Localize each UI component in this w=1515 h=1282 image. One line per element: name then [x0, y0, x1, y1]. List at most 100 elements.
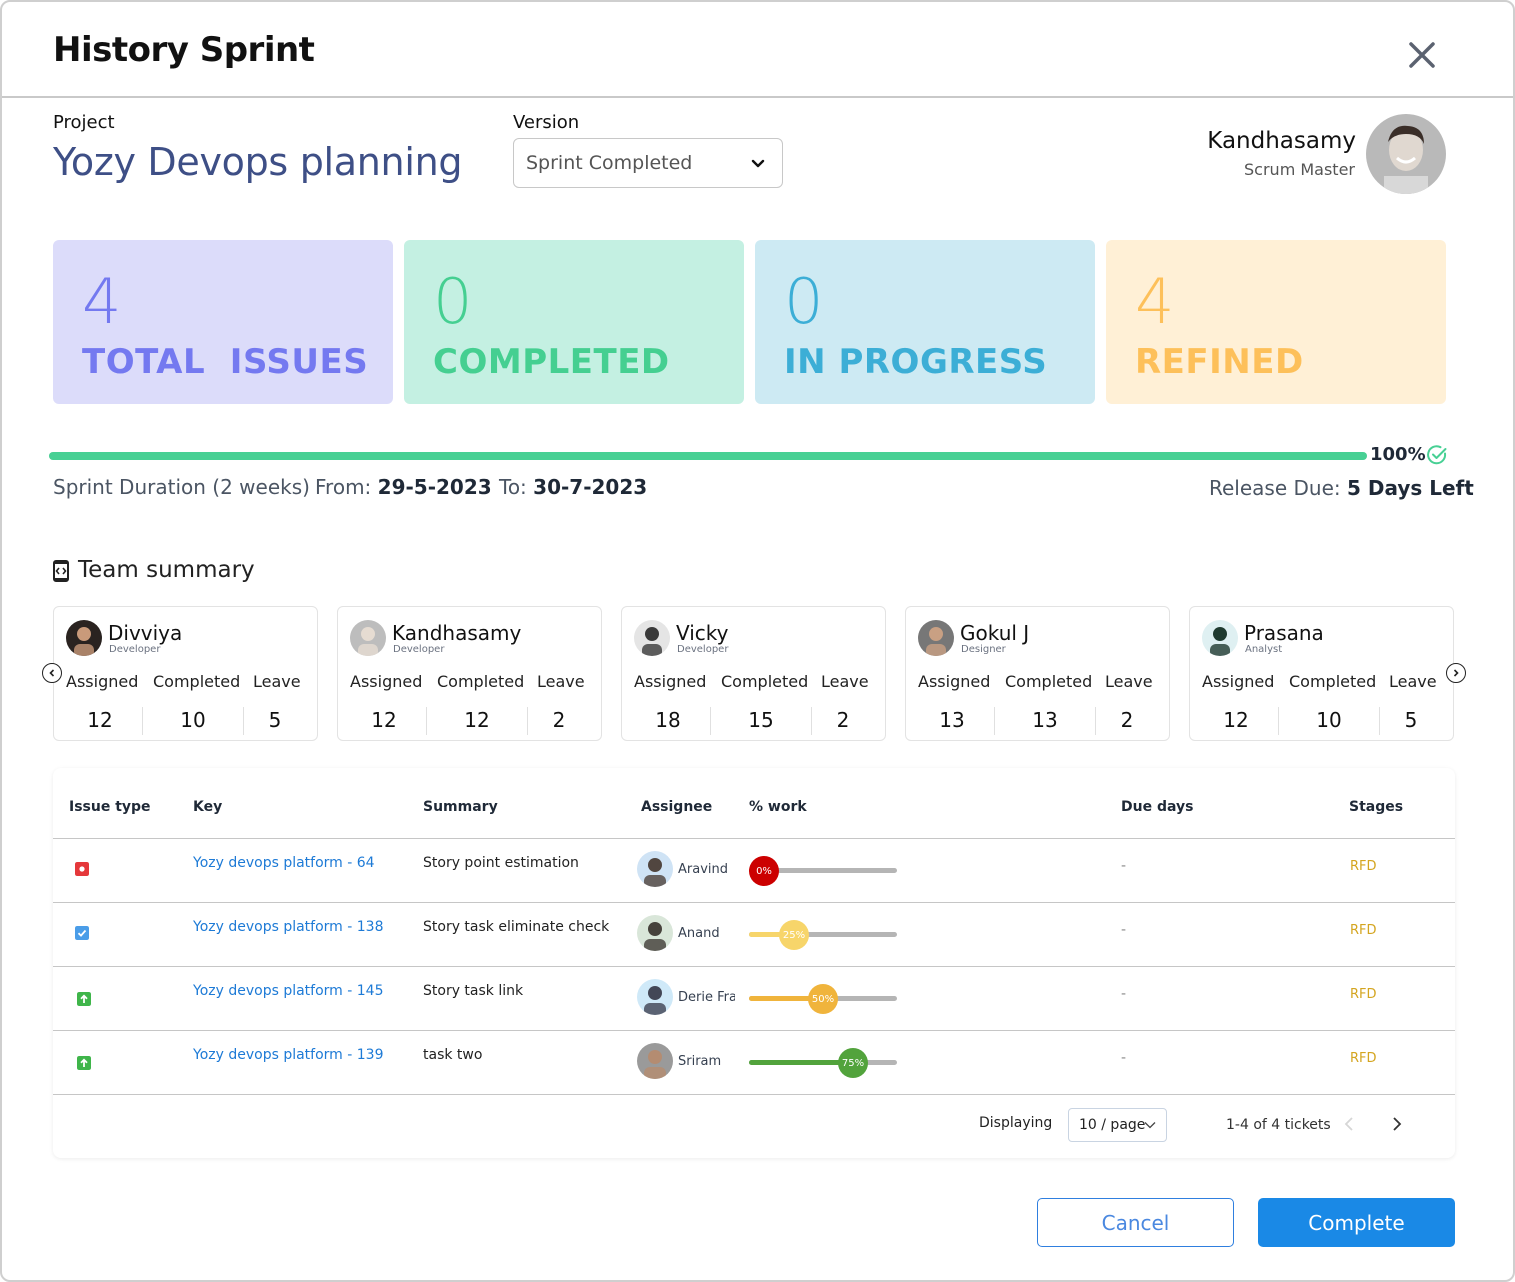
issue-summary: Story task link: [423, 983, 524, 999]
team-member-card: Divviya Developer Assigned Completed Leave 12…: [53, 606, 318, 741]
release-due: Release Due: 5 Days Left: [1209, 476, 1474, 500]
team-prev-button[interactable]: [42, 663, 62, 683]
sprint-from: From: 29-5-2023: [315, 475, 492, 499]
team-next-button[interactable]: [1446, 663, 1466, 683]
issue-summary: Story task eliminate check: [423, 919, 610, 935]
stat-card-refined: 4 REFINED: [1106, 240, 1446, 404]
divider: [527, 707, 528, 735]
issue-summary: Story point estimation: [423, 855, 579, 871]
slider-knob[interactable]: 50%: [808, 984, 838, 1014]
member-avatar: [1202, 620, 1238, 656]
assignee-name: Derie Frar: [678, 990, 735, 1005]
divider: [811, 707, 812, 735]
column-header-issue-type: Issue type: [69, 799, 151, 815]
next-page-button[interactable]: [1391, 1116, 1403, 1132]
issue-key-link[interactable]: Yozy devops platform - 64: [193, 855, 375, 871]
check-circle-icon: [1427, 445, 1447, 465]
assigned-label: Assigned: [634, 672, 707, 691]
divider: [53, 1094, 1455, 1095]
work-progress-slider[interactable]: 75%: [749, 1048, 899, 1078]
assignee-avatar: [637, 979, 673, 1015]
chevron-left-icon: [49, 669, 55, 677]
stat-label: REFINED: [1135, 342, 1304, 382]
cancel-button[interactable]: Cancel: [1037, 1198, 1234, 1247]
stage-badge: RFD: [1350, 1051, 1377, 1066]
arrow-up-icon: [77, 992, 91, 1006]
stat-value: 0: [433, 265, 473, 338]
leave-count: 2: [552, 708, 566, 732]
stat-label: TOTAL ISSUES: [82, 342, 369, 382]
due-days: -: [1121, 986, 1127, 1002]
divider: [994, 707, 995, 735]
issue-key-link[interactable]: Yozy devops platform - 139: [193, 1047, 383, 1063]
pagination-info: 1-4 of 4 tickets: [1226, 1117, 1331, 1133]
issue-key-link[interactable]: Yozy devops platform - 138: [193, 919, 383, 935]
to-label: To:: [499, 475, 527, 499]
divider: [53, 838, 1455, 839]
assigned-label: Assigned: [1202, 672, 1275, 691]
team-summary-title: Team summary: [78, 557, 255, 583]
divider: [710, 707, 711, 735]
member-name: Gokul J: [960, 621, 1030, 645]
issue-key-link[interactable]: Yozy devops platform - 145: [193, 983, 383, 999]
member-name: Vicky: [676, 621, 729, 645]
issue-summary: task two: [423, 1047, 483, 1063]
stat-label: IN PROGRESS: [784, 342, 1048, 382]
leave-label: Leave: [1389, 672, 1437, 691]
leave-count: 2: [1120, 708, 1134, 732]
chevron-down-icon: [751, 159, 765, 168]
complete-button[interactable]: Complete: [1258, 1198, 1455, 1247]
sprint-to: To: 30-7-2023: [499, 475, 647, 499]
sprint-progress-fill: [49, 452, 1367, 460]
version-select[interactable]: Sprint Completed: [513, 138, 783, 188]
stat-value: 0: [784, 265, 824, 338]
assigned-count: 12: [87, 708, 113, 732]
column-header-work: % work: [749, 799, 807, 815]
completed-label: Completed: [1289, 672, 1377, 691]
member-name: Kandhasamy: [392, 621, 522, 645]
slider-knob[interactable]: 0%: [749, 856, 779, 886]
member-role: Developer: [677, 644, 729, 655]
column-header-key: Key: [193, 799, 223, 815]
due-days: -: [1121, 858, 1127, 874]
work-progress-slider[interactable]: 25%: [749, 920, 899, 950]
stat-value: 4: [82, 265, 122, 338]
divider: [243, 707, 244, 735]
column-header-summary: Summary: [423, 799, 498, 815]
to-date: 30-7-2023: [533, 475, 648, 499]
page-size-value: 10 / page: [1079, 1117, 1146, 1133]
project-name: Yozy Devops planning: [53, 140, 463, 184]
assigned-count: 12: [1223, 708, 1249, 732]
team-member-card: Kandhasamy Developer Assigned Completed Leav…: [337, 606, 602, 741]
work-progress-slider[interactable]: 0%: [749, 856, 899, 886]
stage-badge: RFD: [1350, 987, 1377, 1002]
completed-count: 13: [1032, 708, 1058, 732]
assigned-count: 12: [371, 708, 397, 732]
divider: [53, 1030, 1455, 1031]
completed-count: 12: [464, 708, 490, 732]
work-progress-slider[interactable]: 50%: [749, 984, 899, 1014]
divider: [53, 902, 1455, 903]
slider-knob[interactable]: 25%: [779, 920, 809, 950]
pagination-label: Displaying: [979, 1115, 1053, 1131]
previous-page-button[interactable]: [1343, 1116, 1355, 1132]
divider: [426, 707, 427, 735]
assignee-avatar: [637, 851, 673, 887]
stat-card-total-issues: 4 TOTAL ISSUES: [53, 240, 393, 404]
divider: [1095, 707, 1096, 735]
assignee-name: Aravind: [678, 862, 729, 877]
slider-knob[interactable]: 75%: [838, 1048, 868, 1078]
assignee-name: Sriram: [678, 1054, 722, 1069]
column-header-assignee: Assignee: [641, 799, 713, 815]
completed-count: 15: [748, 708, 774, 732]
due-days: -: [1121, 922, 1127, 938]
close-icon: [1409, 42, 1435, 68]
release-value: 5 Days Left: [1346, 476, 1474, 500]
completed-count: 10: [1316, 708, 1342, 732]
close-button[interactable]: [1402, 36, 1442, 76]
member-avatar: [634, 620, 670, 656]
page-size-select[interactable]: 10 / page: [1068, 1108, 1167, 1142]
assigned-label: Assigned: [918, 672, 991, 691]
due-days: -: [1121, 1050, 1127, 1066]
leave-label: Leave: [253, 672, 301, 691]
